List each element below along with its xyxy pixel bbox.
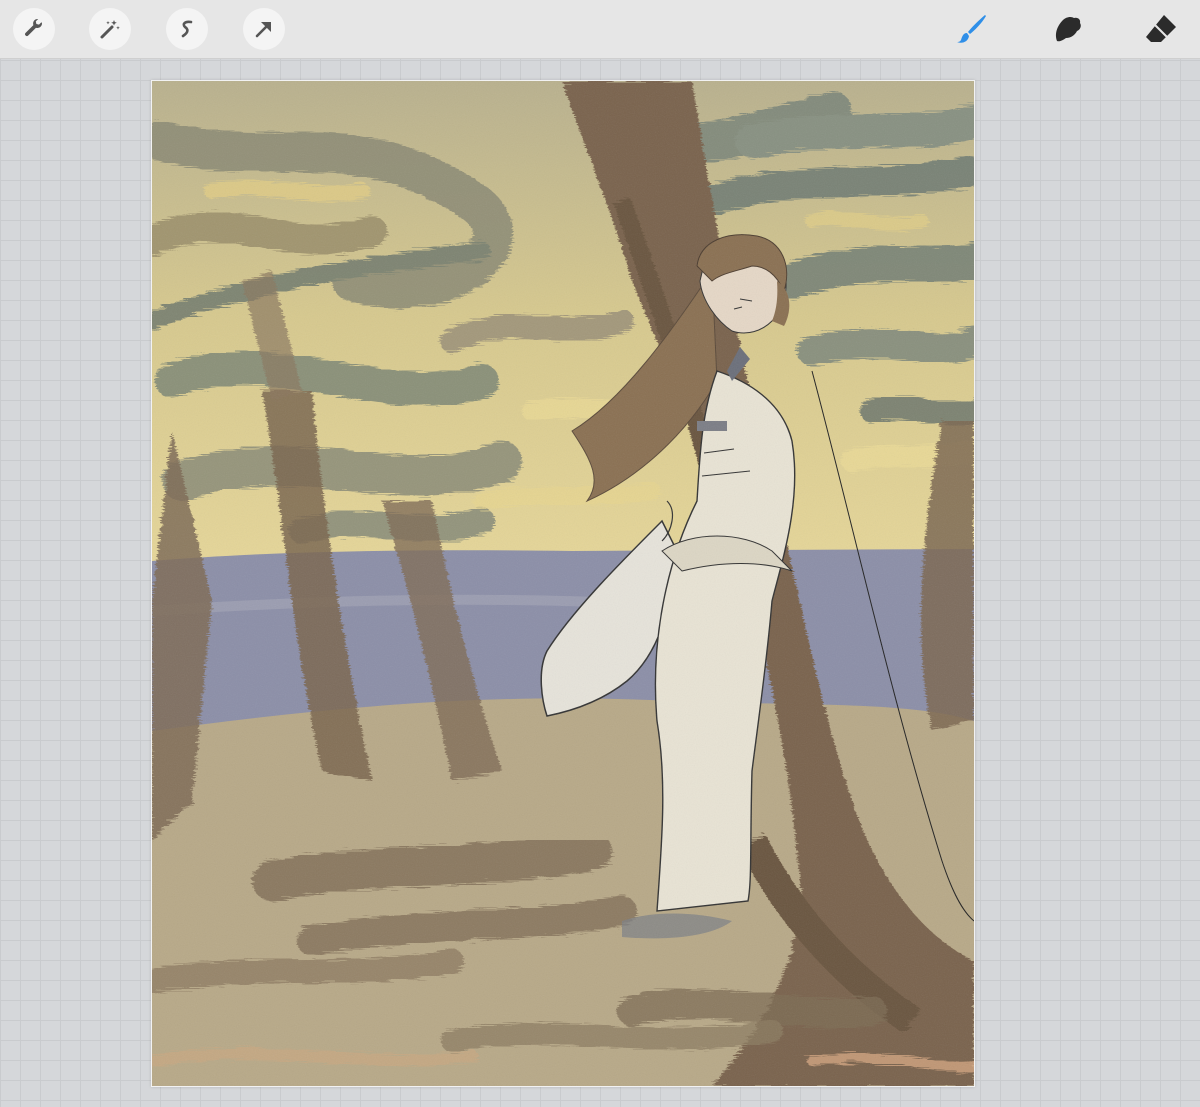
transform-button[interactable] [243, 8, 285, 50]
drawing-canvas[interactable] [151, 80, 975, 1087]
selection-s-icon [181, 20, 193, 38]
actions-button[interactable] [13, 8, 55, 50]
eraser-button[interactable] [1140, 8, 1182, 50]
brush-button[interactable] [951, 8, 993, 50]
eraser-icon [1146, 15, 1176, 42]
smudge-button[interactable] [1046, 8, 1088, 50]
selection-button[interactable] [166, 8, 208, 50]
magic-wand-icon [100, 20, 120, 39]
adjustments-button[interactable] [89, 8, 131, 50]
painting-artwork [152, 81, 974, 1086]
brush-icon [957, 15, 986, 43]
arrow-cursor-icon [255, 22, 271, 38]
top-toolbar [0, 0, 1200, 59]
smudge-icon [1055, 16, 1081, 42]
wrench-icon [25, 18, 42, 37]
